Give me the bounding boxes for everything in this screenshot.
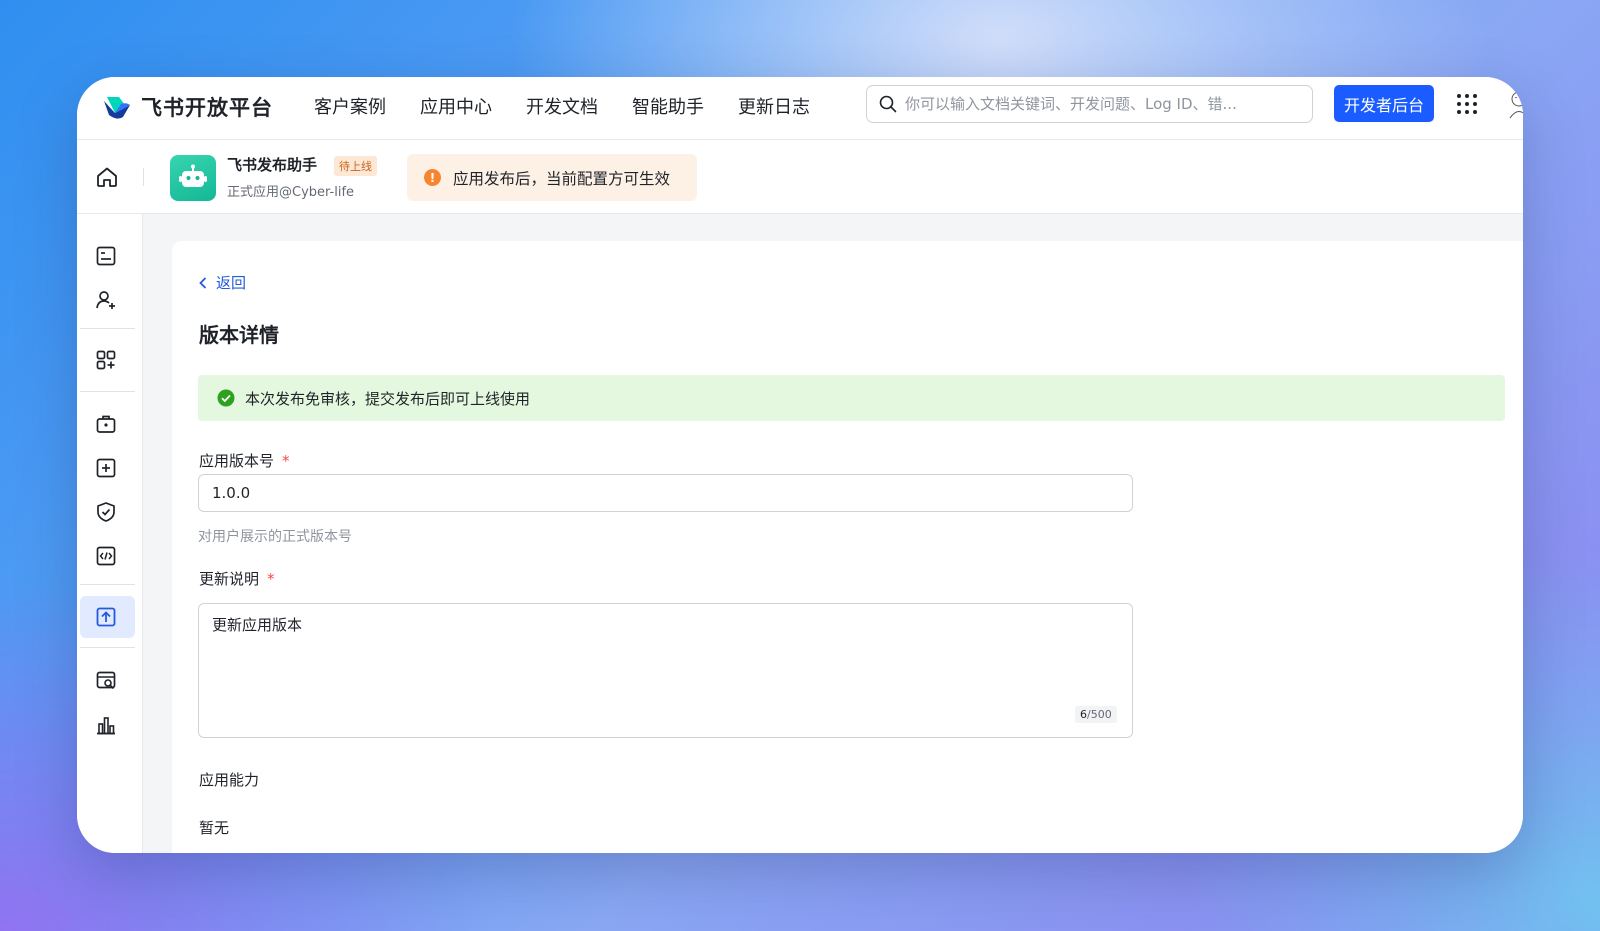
sidebar-separator — [80, 584, 135, 585]
apps-grid-icon[interactable] — [1456, 93, 1478, 115]
release-notes-label-text: 更新说明 — [199, 570, 260, 588]
logo[interactable]: 飞书开放平台 — [101, 91, 273, 123]
nav-app-center[interactable]: 应用中心 — [420, 93, 492, 123]
search-box[interactable] — [866, 85, 1313, 123]
success-alert: 本次发布免审核，提交发布后即可上线使用 — [198, 375, 1505, 421]
status-badge: 待上线 — [334, 156, 377, 176]
nav-ai-assistant[interactable]: 智能助手 — [632, 93, 704, 123]
char-limit: /500 — [1087, 708, 1112, 721]
capabilities-label: 应用能力 — [199, 771, 260, 789]
char-counter: 6/500 — [1075, 706, 1117, 723]
page-title: 版本详情 — [199, 323, 279, 347]
search-input[interactable] — [905, 95, 1312, 113]
search-icon — [879, 95, 897, 113]
release-notes-textarea[interactable]: 更新应用版本 — [198, 603, 1133, 738]
warning-icon: ! — [424, 169, 441, 186]
app-subtitle: 正式应用@Cyber-life — [227, 185, 355, 200]
release-notes-field-label: 更新说明 * — [199, 568, 275, 589]
home-icon[interactable] — [95, 165, 119, 189]
dev-config-icon[interactable] — [94, 544, 118, 568]
security-icon[interactable] — [94, 500, 118, 524]
config-notice: ! 应用发布后，当前配置方可生效 — [407, 154, 697, 201]
main-nav: 客户案例 应用中心 开发文档 智能助手 更新日志 — [314, 93, 844, 123]
event-icon[interactable] — [94, 456, 118, 480]
back-link[interactable]: 返回 — [198, 272, 246, 293]
overview-icon[interactable] — [94, 244, 118, 268]
back-label: 返回 — [216, 274, 247, 292]
version-hint: 对用户展示的正式版本号 — [198, 529, 352, 545]
capabilities-value: 暂无 — [199, 819, 230, 837]
version-label-text: 应用版本号 — [199, 452, 275, 470]
version-input[interactable] — [198, 474, 1133, 512]
app-window: 飞书开放平台 客户案例 应用中心 开发文档 智能助手 更新日志 开发者后台 — [77, 77, 1523, 853]
version-release-icon[interactable] — [94, 605, 118, 629]
nav-changelog[interactable]: 更新日志 — [738, 93, 810, 123]
sidebar-separator — [80, 328, 135, 329]
success-message: 本次发布免审核，提交发布后即可上线使用 — [245, 389, 531, 408]
sidebar — [77, 214, 143, 853]
chevron-left-icon — [199, 276, 207, 289]
version-field-label: 应用版本号 * — [199, 450, 290, 471]
sidebar-separator — [80, 647, 135, 648]
nav-dev-docs[interactable]: 开发文档 — [526, 93, 598, 123]
log-search-icon[interactable] — [94, 669, 118, 693]
required-mark: * — [282, 452, 290, 470]
analytics-icon[interactable] — [94, 713, 118, 737]
notice-text: 应用发布后，当前配置方可生效 — [453, 169, 671, 188]
robot-icon — [179, 164, 207, 187]
char-count: 6 — [1080, 708, 1087, 721]
top-nav-bar: 飞书开放平台 客户案例 应用中心 开发文档 智能助手 更新日志 开发者后台 — [77, 77, 1523, 140]
nav-customer-cases[interactable]: 客户案例 — [314, 93, 386, 123]
required-mark: * — [267, 570, 275, 588]
app-info-bar: 飞书发布助手 待上线 正式应用@Cyber-life ! 应用发布后，当前配置方… — [77, 140, 1523, 214]
version-detail-card: 返回 版本详情 本次发布免审核，提交发布后即可上线使用 应用版本号 * 对用户展示… — [172, 241, 1523, 853]
member-icon[interactable] — [94, 288, 118, 312]
app-name: 飞书发布助手 — [227, 156, 318, 174]
sidebar-separator — [80, 391, 135, 392]
logo-text: 飞书开放平台 — [141, 96, 273, 120]
developer-console-button[interactable]: 开发者后台 — [1334, 85, 1434, 122]
feishu-logo-icon — [104, 97, 130, 119]
add-feature-icon[interactable] — [94, 348, 118, 372]
user-avatar-icon[interactable] — [1506, 89, 1523, 119]
check-circle-icon — [217, 389, 235, 407]
appbar-divider — [143, 168, 144, 186]
app-avatar — [170, 155, 216, 201]
permission-icon[interactable] — [94, 412, 118, 436]
